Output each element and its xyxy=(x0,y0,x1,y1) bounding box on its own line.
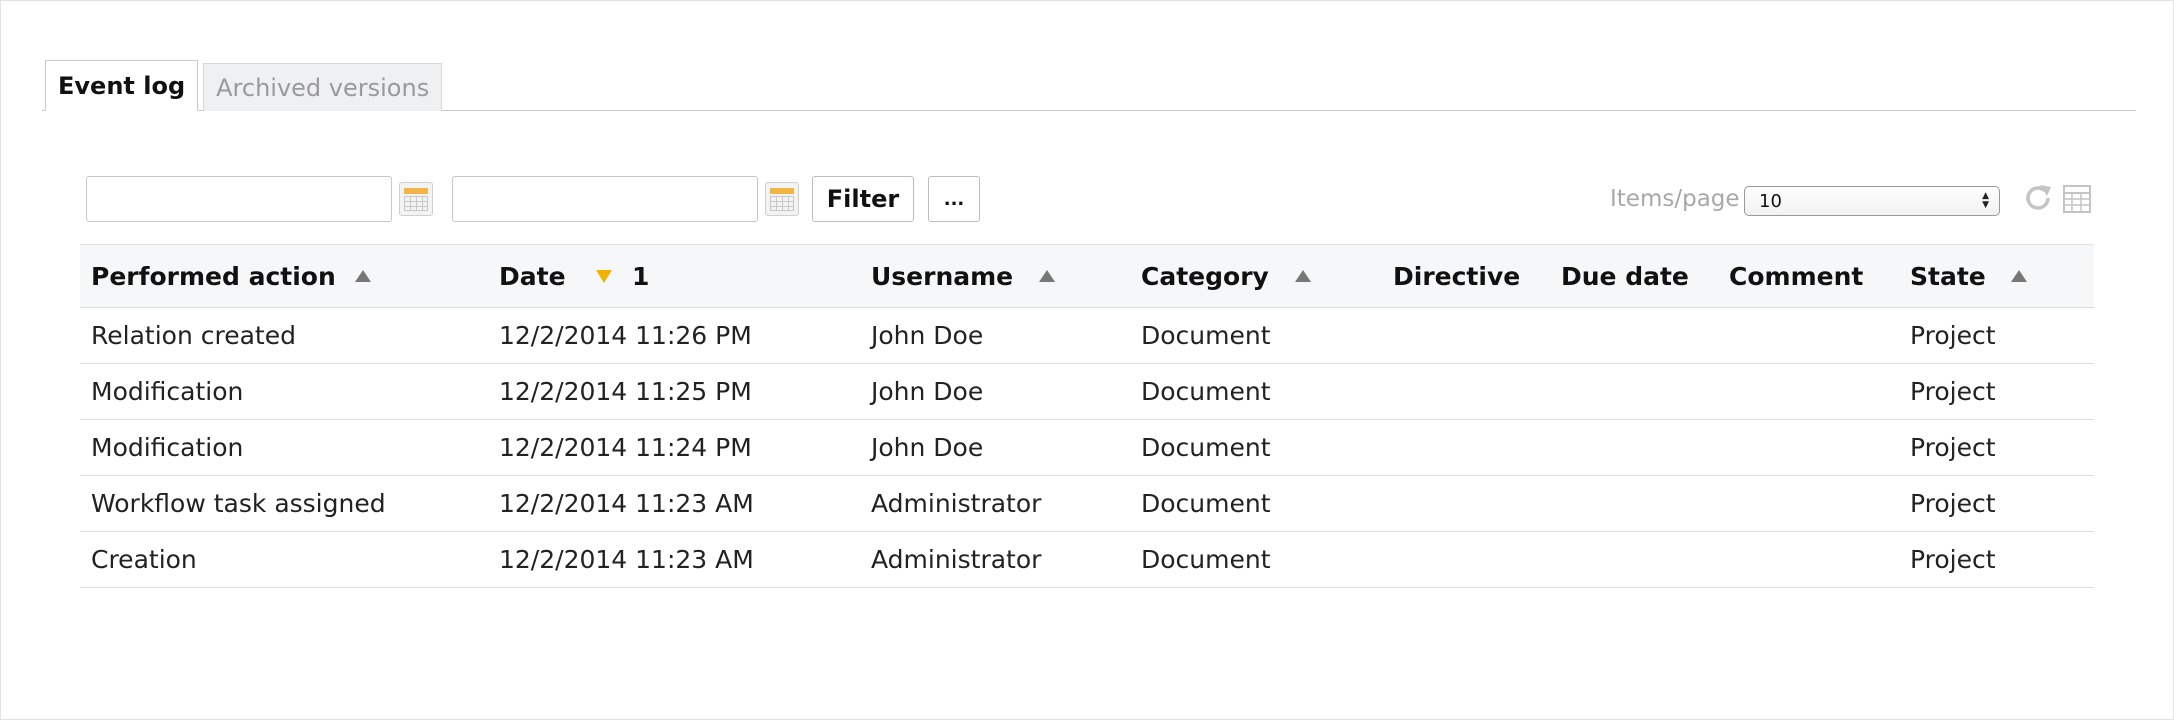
header-category[interactable]: Category xyxy=(1141,245,1269,307)
sort-asc-icon[interactable] xyxy=(355,270,371,282)
date-to-input[interactable] xyxy=(452,176,758,222)
event-log-table: Performed action Date 1 Username Categor… xyxy=(80,244,2094,588)
header-comment: Comment xyxy=(1729,261,1864,291)
cell-action: Workflow task assigned xyxy=(91,489,386,518)
calendar-icon[interactable] xyxy=(765,182,799,216)
cell-state: Project xyxy=(1910,545,1996,574)
cell-username: John Doe xyxy=(871,433,984,462)
cell-state: Project xyxy=(1910,321,1996,350)
cell-state: Project xyxy=(1910,489,1996,518)
refresh-icon[interactable] xyxy=(2022,182,2054,214)
filter-button-label: Filter xyxy=(826,185,900,213)
cell-action: Relation created xyxy=(91,321,296,350)
cell-category: Document xyxy=(1141,377,1271,406)
cell-state: Project xyxy=(1910,377,1996,406)
more-options-label: ... xyxy=(943,188,965,210)
header-performed-action[interactable]: Performed action xyxy=(91,245,336,307)
cell-username: John Doe xyxy=(871,321,984,350)
cell-category: Document xyxy=(1141,545,1271,574)
table-row[interactable]: Modification 12/2/2014 11:25 PM John Doe… xyxy=(80,364,2094,420)
cell-date: 12/2/2014 11:26 PM xyxy=(499,321,752,350)
cell-date: 12/2/2014 11:23 AM xyxy=(499,545,754,574)
cell-action: Modification xyxy=(91,433,244,462)
spreadsheet-icon[interactable] xyxy=(2062,182,2092,214)
cell-category: Document xyxy=(1141,433,1271,462)
items-per-page-select[interactable]: 10 ▲ ▼ xyxy=(1744,186,2000,216)
tab-event-log[interactable]: Event log xyxy=(45,60,199,111)
tab-archived-versions-label: Archived versions xyxy=(216,73,430,102)
header-username[interactable]: Username xyxy=(871,245,1013,307)
tab-archived-versions[interactable]: Archived versions xyxy=(203,63,443,111)
table-header: Performed action Date 1 Username Categor… xyxy=(80,244,2094,308)
cell-state: Project xyxy=(1910,433,1996,462)
date-from-input[interactable] xyxy=(86,176,392,222)
header-directive: Directive xyxy=(1393,261,1521,291)
header-date[interactable]: Date xyxy=(499,245,566,307)
cell-date: 12/2/2014 11:23 AM xyxy=(499,489,754,518)
tab-event-log-label: Event log xyxy=(58,71,186,100)
cell-username: Administrator xyxy=(871,545,1042,574)
table-row[interactable]: Modification 12/2/2014 11:24 PM John Doe… xyxy=(80,420,2094,476)
table-row[interactable]: Workflow task assigned 12/2/2014 11:23 A… xyxy=(80,476,2094,532)
cell-category: Document xyxy=(1141,489,1271,518)
cell-action: Creation xyxy=(91,545,197,574)
cell-username: Administrator xyxy=(871,489,1042,518)
sort-asc-icon[interactable] xyxy=(1039,270,1055,282)
table-row[interactable]: Relation created 12/2/2014 11:26 PM John… xyxy=(80,308,2094,364)
items-per-page-value: 10 xyxy=(1759,190,1782,212)
header-due-date: Due date xyxy=(1561,261,1689,291)
sort-asc-icon[interactable] xyxy=(1295,270,1311,282)
table-row[interactable]: Creation 12/2/2014 11:23 AM Administrato… xyxy=(80,532,2094,588)
sort-priority: 1 xyxy=(632,261,650,291)
tab-bar: Event log Archived versions xyxy=(45,60,447,111)
more-options-button[interactable]: ... xyxy=(928,176,980,222)
cell-date: 12/2/2014 11:24 PM xyxy=(499,433,752,462)
cell-action: Modification xyxy=(91,377,244,406)
cell-username: John Doe xyxy=(871,377,984,406)
calendar-icon[interactable] xyxy=(399,182,433,216)
select-arrows-icon: ▲ ▼ xyxy=(1982,191,1989,210)
header-state[interactable]: State xyxy=(1910,245,1986,307)
sort-asc-icon[interactable] xyxy=(2011,270,2027,282)
items-per-page-label: Items/page xyxy=(1610,186,1740,212)
filter-button[interactable]: Filter xyxy=(812,176,914,222)
cell-date: 12/2/2014 11:25 PM xyxy=(499,377,752,406)
cell-category: Document xyxy=(1141,321,1271,350)
sort-desc-icon[interactable] xyxy=(596,270,612,283)
